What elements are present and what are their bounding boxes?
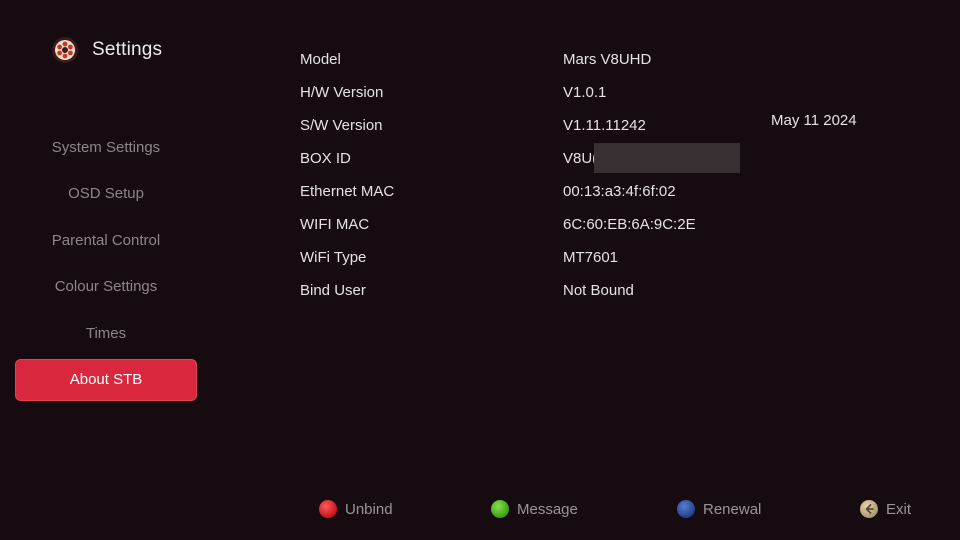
info-value: Mars V8UHD bbox=[563, 51, 652, 68]
green-button-icon bbox=[491, 500, 509, 518]
blue-button-icon bbox=[677, 500, 695, 518]
info-row-ethernet-mac: Ethernet MAC 00:13:a3:4f:6f:02 bbox=[300, 175, 696, 208]
info-row-model: Model Mars V8UHD bbox=[300, 43, 696, 76]
info-value: MT7601 bbox=[563, 249, 619, 266]
menu-item-about-stb[interactable]: About STB bbox=[15, 358, 197, 401]
info-label: Bind User bbox=[300, 282, 366, 299]
film-reel-icon bbox=[50, 35, 80, 65]
menu-item-label: About STB bbox=[69, 371, 143, 388]
info-row-bind-user: Bind User Not Bound bbox=[300, 274, 696, 307]
menu-item-label: System Settings bbox=[51, 138, 161, 156]
message-key[interactable]: Message bbox=[491, 500, 578, 518]
key-label: Message bbox=[517, 500, 578, 518]
renewal-key[interactable]: Renewal bbox=[677, 500, 761, 518]
info-value: V8U( bbox=[563, 150, 598, 167]
menu-item-system-settings[interactable]: System Settings bbox=[15, 126, 197, 168]
menu-item-label: OSD Setup bbox=[68, 185, 144, 202]
info-value: V1.11.11242 bbox=[563, 117, 646, 134]
exit-key[interactable]: Exit bbox=[860, 500, 911, 518]
menu-item-colour-settings[interactable]: Colour Settings bbox=[15, 266, 197, 308]
menu-item-label: Colour Settings bbox=[54, 278, 158, 295]
menu-item-parental-control[interactable]: Parental Control bbox=[15, 219, 197, 261]
page-title: Settings bbox=[92, 39, 163, 60]
info-row-hw-version: H/W Version V1.0.1 bbox=[300, 76, 696, 109]
info-label: BOX ID bbox=[300, 150, 351, 167]
info-row-wifi-mac: WIFI MAC 6C:60:EB:6A:9C:2E bbox=[300, 208, 696, 241]
key-label: Renewal bbox=[703, 500, 762, 518]
menu-item-times[interactable]: Times bbox=[15, 312, 197, 354]
info-value: V1.0.1 bbox=[563, 84, 607, 101]
info-value: 00:13:a3:4f:6f:02 bbox=[563, 183, 676, 200]
header: Settings bbox=[50, 34, 162, 66]
back-arrow-icon bbox=[860, 500, 878, 518]
settings-screen: Settings System Settings OSD Setup Paren… bbox=[0, 0, 960, 540]
red-button-icon bbox=[319, 500, 337, 518]
footer-key-bar: Unbind Message Renewal Exit bbox=[0, 500, 960, 526]
info-label: S/W Version bbox=[300, 117, 383, 134]
info-row-wifi-type: WiFi Type MT7601 bbox=[300, 241, 696, 274]
info-row-sw-version: S/W Version V1.11.11242 bbox=[300, 109, 696, 142]
info-value: Not Bound bbox=[563, 282, 634, 299]
key-label: Exit bbox=[886, 500, 912, 518]
settings-menu: System Settings OSD Setup Parental Contr… bbox=[15, 126, 197, 405]
redaction-box bbox=[594, 143, 740, 173]
info-label: Model bbox=[300, 51, 341, 68]
info-label: WiFi Type bbox=[300, 249, 367, 266]
info-label: Ethernet MAC bbox=[300, 183, 395, 200]
info-label: H/W Version bbox=[300, 84, 384, 101]
menu-item-osd-setup[interactable]: OSD Setup bbox=[15, 173, 197, 215]
menu-item-label: Times bbox=[85, 324, 127, 342]
key-label: Unbind bbox=[345, 500, 393, 518]
stb-info-table: Model Mars V8UHD H/W Version V1.0.1 S/W … bbox=[300, 43, 740, 307]
info-label: WIFI MAC bbox=[300, 216, 370, 233]
menu-item-label: Parental Control bbox=[51, 231, 161, 249]
build-date: May 11 2024 bbox=[771, 112, 857, 129]
unbind-key[interactable]: Unbind bbox=[319, 500, 393, 518]
info-value: 6C:60:EB:6A:9C:2E bbox=[563, 216, 696, 233]
